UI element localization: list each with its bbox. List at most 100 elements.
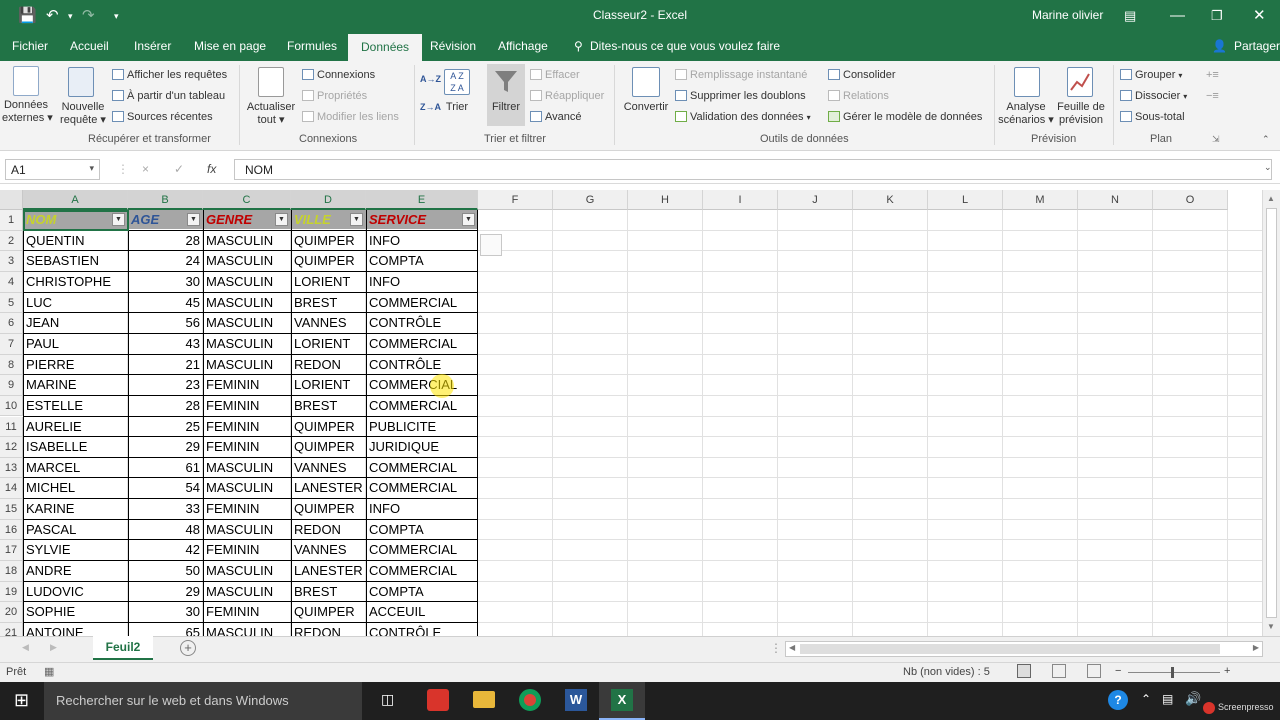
table-cell[interactable]: VANNES — [291, 540, 366, 560]
edit-links-button[interactable]: Modifier les liens — [302, 111, 399, 124]
row-header-8[interactable]: 8 — [0, 354, 23, 376]
table-cell[interactable]: REDON — [291, 623, 366, 636]
table-cell[interactable]: BREST — [291, 396, 366, 416]
table-cell[interactable]: QUIMPER — [291, 417, 366, 437]
table-cell[interactable]: COMMERCIAL — [366, 375, 478, 395]
table-cell[interactable]: COMPTA — [366, 582, 478, 602]
clear-filter-button[interactable]: Effacer — [530, 69, 580, 82]
table-cell[interactable]: SYLVIE — [23, 540, 128, 560]
table-cell[interactable]: MASCULIN — [203, 334, 291, 354]
table-cell[interactable]: 24 — [128, 251, 203, 271]
outline-dialog-launcher-icon[interactable]: ⇲ — [1212, 133, 1220, 146]
row-header-1[interactable]: 1 — [0, 210, 23, 231]
zoom-slider-thumb[interactable] — [1171, 667, 1174, 678]
row-header-11[interactable]: 11 — [0, 416, 23, 438]
table-cell[interactable]: MASCULIN — [203, 520, 291, 540]
zoom-in-icon[interactable]: + — [1224, 665, 1230, 677]
name-box[interactable]: A1 ▾ — [5, 159, 100, 180]
show-queries-button[interactable]: Afficher les requêtes — [112, 69, 227, 82]
table-cell[interactable]: MASCULIN — [203, 293, 291, 313]
table-cell[interactable]: ISABELLE — [23, 437, 128, 457]
column-header-i[interactable]: I — [703, 190, 778, 210]
from-table-button[interactable]: À partir d'un tableau — [112, 90, 225, 103]
taskbar-search-box[interactable]: Rechercher sur le web et dans Windows — [44, 682, 362, 720]
table-cell[interactable]: 65 — [128, 623, 203, 636]
remove-duplicates-button[interactable]: Supprimer les doublons — [675, 90, 806, 103]
table-cell[interactable]: CONTRÔLE — [366, 355, 478, 375]
filter-dropdown-icon[interactable]: ▼ — [275, 213, 288, 226]
consolidate-button[interactable]: Consolider — [828, 69, 896, 82]
table-cell[interactable]: KARINE — [23, 499, 128, 519]
table-cell[interactable]: VANNES — [291, 313, 366, 333]
table-cell[interactable]: 45 — [128, 293, 203, 313]
table-cell[interactable]: FEMININ — [203, 540, 291, 560]
table-cell[interactable]: PUBLICITE — [366, 417, 478, 437]
share-icon[interactable]: 👤 — [1212, 32, 1227, 61]
table-cell[interactable]: ANTOINE — [23, 623, 128, 636]
minimize-icon[interactable]: — — [1170, 6, 1185, 26]
table-cell[interactable]: MICHEL — [23, 478, 128, 498]
word-icon[interactable]: W — [565, 689, 587, 711]
quick-analysis-icon[interactable] — [480, 234, 502, 256]
table-cell[interactable]: 25 — [128, 417, 203, 437]
filter-dropdown-icon[interactable]: ▼ — [350, 213, 363, 226]
external-data-button[interactable]: Données externes ▾ — [2, 99, 53, 125]
scroll-down-icon[interactable]: ▼ — [1267, 622, 1275, 631]
table-cell[interactable]: QUENTIN — [23, 231, 128, 251]
table-cell[interactable]: LUC — [23, 293, 128, 313]
column-header-j[interactable]: J — [778, 190, 853, 210]
table-cell[interactable]: SOPHIE — [23, 602, 128, 622]
tab-donnees[interactable]: Données — [348, 34, 423, 61]
table-cell[interactable]: AURELIE — [23, 417, 128, 437]
tab-mise-en-page[interactable]: Mise en page — [194, 32, 266, 61]
column-header-g[interactable]: G — [553, 190, 628, 210]
table-cell[interactable]: COMMERCIAL — [366, 561, 478, 581]
table-cell[interactable]: 48 — [128, 520, 203, 540]
column-header-l[interactable]: L — [928, 190, 1003, 210]
table-cell[interactable]: FEMININ — [203, 375, 291, 395]
zoom-slider[interactable] — [1128, 672, 1220, 673]
table-cell[interactable]: CHRISTOPHE — [23, 272, 128, 292]
row-header-4[interactable]: 4 — [0, 271, 23, 293]
table-cell[interactable]: CONTRÔLE — [366, 623, 478, 636]
table-cell[interactable]: 61 — [128, 458, 203, 478]
row-header-19[interactable]: 19 — [0, 581, 23, 603]
table-cell[interactable]: MASCULIN — [203, 582, 291, 602]
table-cell[interactable]: COMMERCIAL — [366, 396, 478, 416]
column-header-c[interactable]: C — [203, 190, 291, 210]
table-cell[interactable]: 42 — [128, 540, 203, 560]
table-cell[interactable]: PASCAL — [23, 520, 128, 540]
table-cell[interactable]: QUIMPER — [291, 437, 366, 457]
next-sheet-icon[interactable]: ▶ — [50, 642, 57, 653]
row-header-21[interactable]: 21 — [0, 623, 23, 636]
prev-sheet-icon[interactable]: ◀ — [22, 642, 29, 653]
table-cell[interactable]: ANDRE — [23, 561, 128, 581]
name-box-dropdown-icon[interactable]: ▾ — [89, 163, 94, 174]
recent-sources-button[interactable]: Sources récentes — [112, 111, 213, 124]
row-header-3[interactable]: 3 — [0, 251, 23, 272]
table-cell[interactable]: FEMININ — [203, 602, 291, 622]
tab-fichier[interactable]: Fichier — [12, 32, 48, 61]
table-cell[interactable]: 28 — [128, 396, 203, 416]
reapply-filter-button[interactable]: Réappliquer — [530, 90, 604, 103]
table-cell[interactable]: SEBASTIEN — [23, 251, 128, 271]
collapse-ribbon-icon[interactable]: ⌃ — [1262, 133, 1270, 146]
select-all-corner[interactable] — [0, 190, 23, 210]
table-cell[interactable]: FEMININ — [203, 437, 291, 457]
table-cell[interactable]: 30 — [128, 602, 203, 622]
tab-affichage[interactable]: Affichage — [498, 32, 548, 61]
table-cell[interactable]: PAUL — [23, 334, 128, 354]
table-cell[interactable]: MASCULIN — [203, 623, 291, 636]
row-header-16[interactable]: 16 — [0, 519, 23, 541]
column-header-d[interactable]: D — [291, 190, 366, 210]
table-cell[interactable]: COMMERCIAL — [366, 540, 478, 560]
windows-start-icon[interactable]: ⊞ — [14, 690, 29, 711]
hide-detail-icon[interactable]: −≡ — [1206, 90, 1219, 103]
table-cell[interactable]: MARCEL — [23, 458, 128, 478]
table-cell[interactable]: LORIENT — [291, 272, 366, 292]
advanced-filter-button[interactable]: Avancé — [530, 111, 582, 124]
table-cell[interactable]: MARINE — [23, 375, 128, 395]
table-cell[interactable]: 21 — [128, 355, 203, 375]
sort-ascending-button[interactable]: A→Z — [420, 73, 441, 86]
table-cell[interactable]: MASCULIN — [203, 355, 291, 375]
